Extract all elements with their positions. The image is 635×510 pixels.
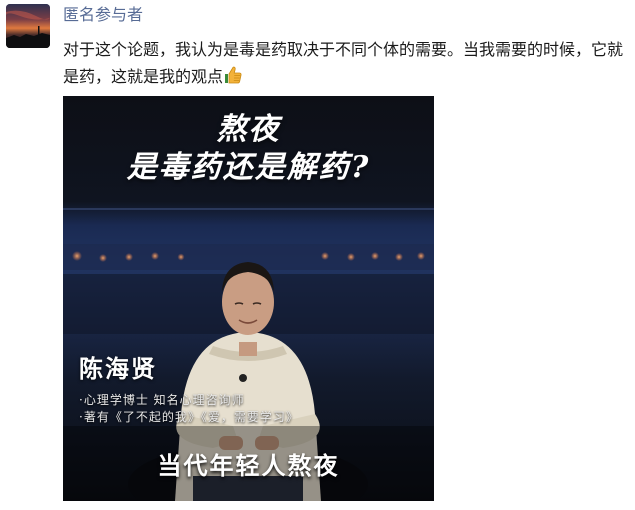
speaker-role-1: ·心理学博士 知名心理咨询师 [79, 393, 245, 407]
speaker-name: 陈海贤 [79, 354, 157, 383]
video-thumbnail[interactable]: 熬夜 是毒药还是解药? 陈海贤 ·心理学博士 知名心理咨询师 ·著有《了不起的我… [63, 96, 434, 501]
post-text: 对于这个论题，我认为是毒是药取决于不同个体的需要。当我需要的时候，它就是药，这就… [63, 36, 623, 90]
author-name[interactable]: 匿名参与者 [63, 4, 143, 26]
avatar[interactable] [6, 4, 50, 48]
sunset-avatar-image [6, 4, 50, 48]
thumbs-up-icon [223, 65, 243, 85]
post-body: 对于这个论题，我认为是毒是药取决于不同个体的需要。当我需要的时候，它就是药，这就… [63, 40, 624, 86]
video-caption: 当代年轻人熬夜 [157, 452, 340, 480]
video-title-line-1: 熬夜 [216, 112, 281, 147]
video-title-line-2: 是毒药还是解药? [126, 150, 371, 185]
speaker-role-2: ·著有《了不起的我》《爱，需要学习》 [79, 410, 299, 424]
